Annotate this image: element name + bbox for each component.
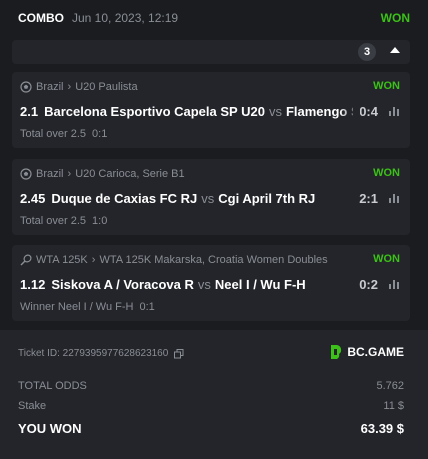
away-team: Cgi April 7th RJ <box>218 190 316 206</box>
selection-country: Brazil <box>36 168 64 180</box>
selections-toggle[interactable]: 3 <box>12 40 410 64</box>
selection-match: 2.45 Duque de Caxias FC RJ vs Cgi April 7t… <box>20 189 400 207</box>
bet-selection-card[interactable]: Brazil › U20 Paulista WON 2.1 Barcelona … <box>12 72 410 148</box>
bet-summary: Ticket ID: 2279395977628623160 BC.GAME T… <box>0 330 428 459</box>
soccer-ball-icon <box>20 168 32 180</box>
brand-name: BC.GAME <box>347 345 404 359</box>
bet-type-label: COMBO <box>18 11 64 25</box>
selection-match: 2.1 Barcelona Esportivo Capela SP U20 vs F… <box>20 102 400 120</box>
market-value: 1:0 <box>92 215 108 227</box>
bet-header: COMBO Jun 10, 2023, 12:19 WON <box>0 0 428 36</box>
stats-bar-icon[interactable] <box>388 192 400 204</box>
match-teams: Duque de Caxias FC RJ vs Cgi April 7th RJ <box>51 191 353 206</box>
selection-market: Winner Neel I / Wu F-H 0:1 <box>20 301 400 315</box>
total-odds-value: 5.762 <box>376 380 404 392</box>
away-team: Neel I / Wu F-H <box>214 276 306 292</box>
match-score: 0:4 <box>359 103 378 119</box>
bc-game-logo-icon <box>329 344 343 360</box>
selection-market: Total over 2.5 0:1 <box>20 128 400 142</box>
brand-logo: BC.GAME <box>329 344 404 360</box>
bet-status-badge: WON <box>380 11 410 25</box>
selection-count-badge: 3 <box>358 43 376 61</box>
selection-league: U20 Carioca, Serie B1 <box>75 168 185 180</box>
total-odds-row: TOTAL ODDS 5.762 <box>18 380 404 394</box>
market-value: 0:1 <box>92 128 108 140</box>
total-odds-label: TOTAL ODDS <box>18 380 87 392</box>
selection-meta: Brazil › U20 Paulista WON <box>20 80 400 94</box>
selection-country: WTA 125K <box>36 254 88 266</box>
market-label: Total over 2.5 <box>20 215 87 227</box>
selection-status-badge: WON <box>367 167 400 179</box>
selection-league: U20 Paulista <box>75 81 138 93</box>
selection-league: WTA 125K Makarska, Croatia Women Doubles <box>99 254 328 266</box>
ticket-id-value: 2279395977628623160 <box>62 348 169 359</box>
home-team: Barcelona Esportivo Capela SP U20 <box>44 103 265 119</box>
match-teams: Siskova A / Voracova Rvs Neel I / Wu F-H <box>51 277 353 292</box>
selection-meta: Brazil › U20 Carioca, Serie B1 WON <box>20 167 400 181</box>
payout-value: 63.39 $ <box>360 421 404 436</box>
payout-row: YOU WON 63.39 $ <box>18 421 404 437</box>
vs-label: vs <box>268 103 282 119</box>
match-score: 2:1 <box>359 190 378 206</box>
vs-label: vs <box>201 190 215 206</box>
payout-label: YOU WON <box>18 421 82 436</box>
selection-market: Total over 2.5 1:0 <box>20 215 400 229</box>
stats-bar-icon[interactable] <box>388 105 400 117</box>
selection-status-badge: WON <box>367 253 400 265</box>
selection-status-badge: WON <box>367 80 400 92</box>
selection-odds: 1.12 <box>20 276 46 292</box>
bet-datetime: Jun 10, 2023, 12:19 <box>72 11 179 25</box>
chevron-up-icon[interactable] <box>390 47 400 53</box>
bet-selection-card[interactable]: Brazil › U20 Carioca, Serie B1 WON 2.45 … <box>12 159 410 235</box>
ticket-id-label: Ticket ID: <box>18 348 60 359</box>
selection-odds: 2.1 <box>20 103 39 119</box>
copy-icon[interactable] <box>174 348 184 359</box>
selection-odds: 2.45 <box>20 190 46 206</box>
stake-label: Stake <box>18 400 47 412</box>
selection-match: 1.12 Siskova A / Voracova Rvs Neel I / Wu… <box>20 275 400 293</box>
home-team: Duque de Caxias FC RJ <box>51 190 198 206</box>
market-label: Winner Neel I / Wu F-H <box>20 301 134 313</box>
soccer-ball-icon <box>20 81 32 93</box>
market-label: Total over 2.5 <box>20 128 87 140</box>
market-value: 0:1 <box>139 301 155 313</box>
stats-bar-icon[interactable] <box>388 278 400 290</box>
bet-selection-card[interactable]: WTA 125K › WTA 125K Makarska, Croatia Wo… <box>12 245 410 321</box>
stake-value: 11 $ <box>383 400 404 412</box>
vs-label: vs <box>197 276 211 292</box>
home-team: Siskova A / Voracova R <box>51 276 194 292</box>
tennis-racket-icon <box>20 254 32 266</box>
selection-meta: WTA 125K › WTA 125K Makarska, Croatia Wo… <box>20 253 400 267</box>
ticket-id: Ticket ID: 2279395977628623160 <box>18 348 184 359</box>
stake-row: Stake 11 $ <box>18 400 404 414</box>
match-score: 0:2 <box>359 276 378 292</box>
match-teams: Barcelona Esportivo Capela SP U20 vs Flame… <box>44 104 353 119</box>
selection-country: Brazil <box>36 81 64 93</box>
